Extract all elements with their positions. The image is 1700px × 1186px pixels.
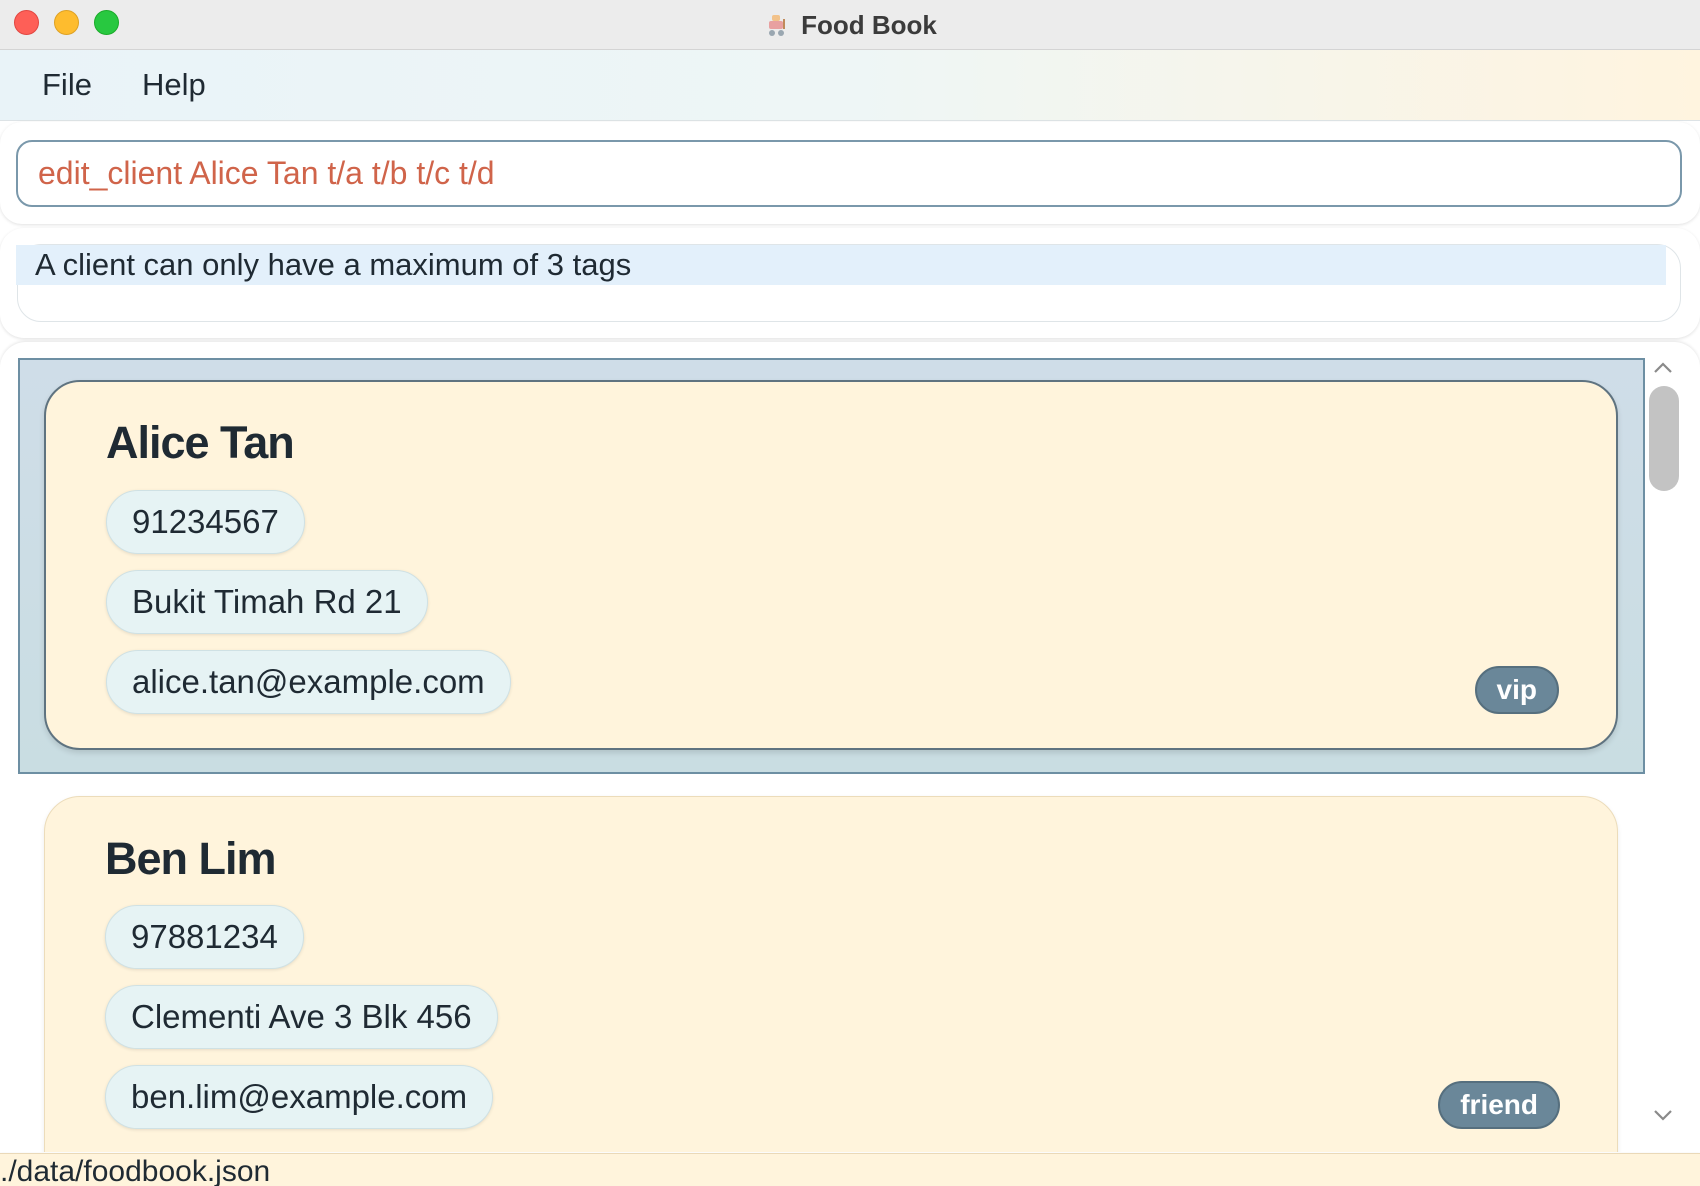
client-email: ben.lim@example.com	[105, 1065, 494, 1129]
client-tag: friend	[1438, 1081, 1560, 1129]
chevron-down-icon[interactable]	[1651, 1103, 1675, 1127]
client-email: alice.tan@example.com	[106, 650, 511, 714]
command-input[interactable]	[16, 140, 1682, 207]
client-address: Bukit Timah Rd 21	[106, 570, 428, 634]
command-box-panel	[0, 122, 1700, 224]
client-card[interactable]: Ben Lim 97881234 Clementi Ave 3 Blk 456 …	[44, 796, 1618, 1152]
status-bar-path: ./data/foodbook.json	[0, 1153, 1700, 1186]
result-message: A client can only have a maximum of 3 ta…	[16, 245, 1666, 285]
menu-bar: File Help	[0, 50, 1700, 121]
title-bar: Food Book	[0, 0, 1700, 50]
client-tag: vip	[1474, 666, 1559, 714]
client-address: Clementi Ave 3 Blk 456	[105, 985, 498, 1049]
scrollbar-thumb[interactable]	[1649, 386, 1679, 491]
client-name: Ben Lim	[105, 833, 277, 884]
client-list[interactable]: Alice Tan 91234567 Bukit Timah Rd 21 ali…	[0, 342, 1700, 1152]
food-cart-icon	[769, 15, 786, 36]
client-phone: 91234567	[106, 490, 305, 554]
window-title-group: Food Book	[0, 0, 1700, 50]
menu-file[interactable]: File	[42, 67, 92, 103]
client-phone: 97881234	[105, 905, 304, 969]
window-title: Food Book	[801, 9, 937, 40]
client-card[interactable]: Alice Tan 91234567 Bukit Timah Rd 21 ali…	[44, 380, 1618, 750]
menu-help[interactable]: Help	[142, 67, 206, 103]
client-name: Alice Tan	[106, 417, 295, 468]
chevron-up-icon[interactable]	[1651, 356, 1675, 380]
